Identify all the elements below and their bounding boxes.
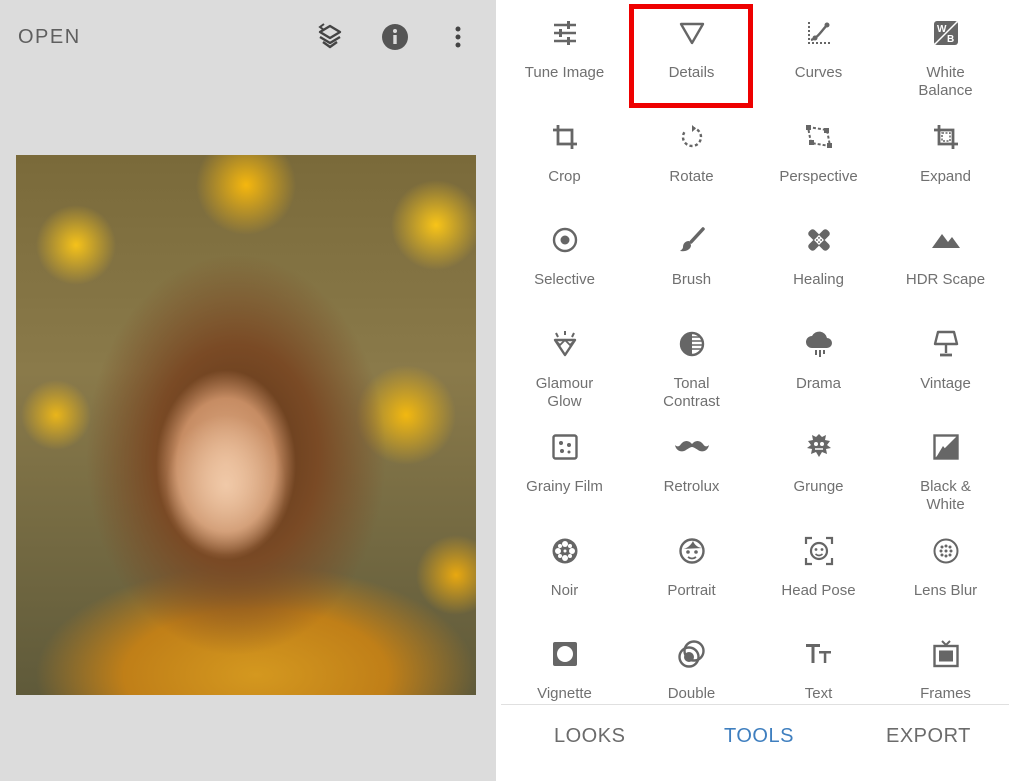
film-reel-icon (501, 536, 628, 566)
tool-label: Vintage (920, 374, 971, 392)
tool-vignette[interactable]: Vignette (501, 621, 628, 704)
tool-selective[interactable]: Selective (501, 207, 628, 311)
tool-label: Text (804, 685, 833, 702)
tool-vintage[interactable]: Vintage (882, 311, 1009, 415)
tool-lens-blur[interactable]: Lens Blur (882, 518, 1009, 622)
bottom-tab-bar: LOOKS TOOLS EXPORT (501, 705, 1009, 781)
tool-white-balance[interactable]: W B White Balance (882, 0, 1009, 104)
tab-looks[interactable]: LOOKS (554, 725, 625, 748)
tool-label: Double (667, 685, 716, 702)
lamp-icon (882, 329, 1009, 359)
tool-retrolux[interactable]: Retrolux (628, 414, 755, 518)
tool-portrait[interactable]: Portrait (628, 518, 755, 622)
tool-label: Rotate (669, 167, 714, 185)
tab-export[interactable]: EXPORT (886, 725, 971, 748)
tool-label: Head Pose (781, 581, 856, 599)
brush-icon (628, 225, 755, 255)
expand-icon (882, 122, 1009, 152)
frames-icon (882, 639, 1009, 669)
tool-label: Tonal Contrast (663, 374, 720, 410)
tool-label: Frames (920, 685, 971, 702)
tool-drama[interactable]: Drama (755, 311, 882, 415)
grunge-icon (755, 432, 882, 462)
tool-label: Drama (795, 374, 841, 392)
tool-label: White Balance (918, 64, 973, 99)
more-vertical-icon[interactable] (443, 22, 473, 52)
tool-noir[interactable]: Noir (501, 518, 628, 622)
tool-frames[interactable]: Frames (882, 621, 1009, 704)
tool-expand[interactable]: Expand (882, 104, 1009, 208)
double-exposure-icon (628, 639, 755, 669)
perspective-icon (755, 122, 882, 152)
tool-head-pose[interactable]: Head Pose (755, 518, 882, 622)
tool-label: Tune Image (524, 64, 605, 81)
tool-double[interactable]: Double (628, 621, 755, 704)
lens-blur-icon (882, 536, 1009, 566)
tool-crop[interactable]: Crop (501, 104, 628, 208)
face-icon (628, 536, 755, 566)
tool-label: Portrait (667, 581, 716, 599)
tool-label: Selective (534, 271, 595, 288)
vignette-icon (501, 639, 628, 669)
tool-label: Vignette (537, 685, 592, 702)
tool-black-white[interactable]: Black & White (882, 414, 1009, 518)
tool-label: Curves (794, 64, 843, 81)
crop-icon (501, 122, 628, 152)
healing-icon (755, 225, 882, 255)
tool-hdr-scape[interactable]: HDR Scape (882, 207, 1009, 311)
tools-panel: Tune Image Details Curves W B White Balance Cr… (501, 0, 1009, 781)
tool-label: Lens Blur (913, 581, 978, 599)
tool-label: Healing (793, 271, 844, 288)
details-triangle-icon (628, 18, 755, 48)
tool-label: Grunge (793, 478, 844, 495)
black-white-icon (882, 432, 1009, 462)
tool-label: Black & White (920, 478, 971, 513)
text-icon (755, 639, 882, 669)
tool-text[interactable]: Text (755, 621, 882, 704)
grainy-film-icon (501, 432, 628, 462)
tonal-contrast-icon (628, 329, 755, 359)
tune-icon (501, 18, 628, 48)
white-balance-icon: WB (882, 18, 1009, 48)
tool-label: Perspective (779, 167, 858, 185)
info-icon[interactable] (380, 22, 410, 52)
head-pose-icon (755, 536, 882, 566)
selective-icon (501, 225, 628, 255)
tool-details[interactable]: Details (628, 0, 755, 104)
tool-tonal-contrast[interactable]: Tonal Contrast (628, 311, 755, 415)
tool-label: Details (668, 64, 715, 81)
tool-label: Retrolux (663, 478, 720, 495)
image-preview-panel: OPEN (0, 0, 496, 781)
tool-label: Grainy Film (526, 478, 603, 495)
tool-label: Noir (550, 581, 579, 599)
glamour-glow-icon (501, 329, 628, 359)
tool-label: Glamour Glow (535, 374, 594, 410)
mountain-icon (882, 225, 1009, 255)
photo-preview (16, 155, 476, 695)
tool-label: HDR Scape (905, 271, 986, 288)
curves-icon (755, 18, 882, 48)
layers-icon[interactable] (315, 22, 345, 52)
svg-text:W: W (937, 24, 947, 35)
tab-tools[interactable]: TOOLS (724, 725, 794, 748)
rotate-icon (628, 122, 755, 152)
tool-glamour-glow[interactable]: Glamour Glow (501, 311, 628, 415)
tool-label: Crop (548, 167, 581, 185)
tool-perspective[interactable]: Perspective (755, 104, 882, 208)
open-button[interactable]: OPEN (18, 26, 81, 49)
tool-tune-image[interactable]: Tune Image (501, 0, 628, 104)
tool-grainy-film[interactable]: Grainy Film (501, 414, 628, 518)
tool-curves[interactable]: Curves (755, 0, 882, 104)
tool-label: Expand (920, 167, 971, 185)
tool-brush[interactable]: Brush (628, 207, 755, 311)
tool-label: Brush (671, 271, 712, 288)
tool-healing[interactable]: Healing (755, 207, 882, 311)
svg-text:B: B (947, 34, 954, 45)
mustache-icon (628, 432, 755, 462)
tool-rotate[interactable]: Rotate (628, 104, 755, 208)
cloud-icon (755, 329, 882, 359)
tools-grid: Tune Image Details Curves W B White Balance Cr… (501, 0, 1009, 704)
tool-grunge[interactable]: Grunge (755, 414, 882, 518)
